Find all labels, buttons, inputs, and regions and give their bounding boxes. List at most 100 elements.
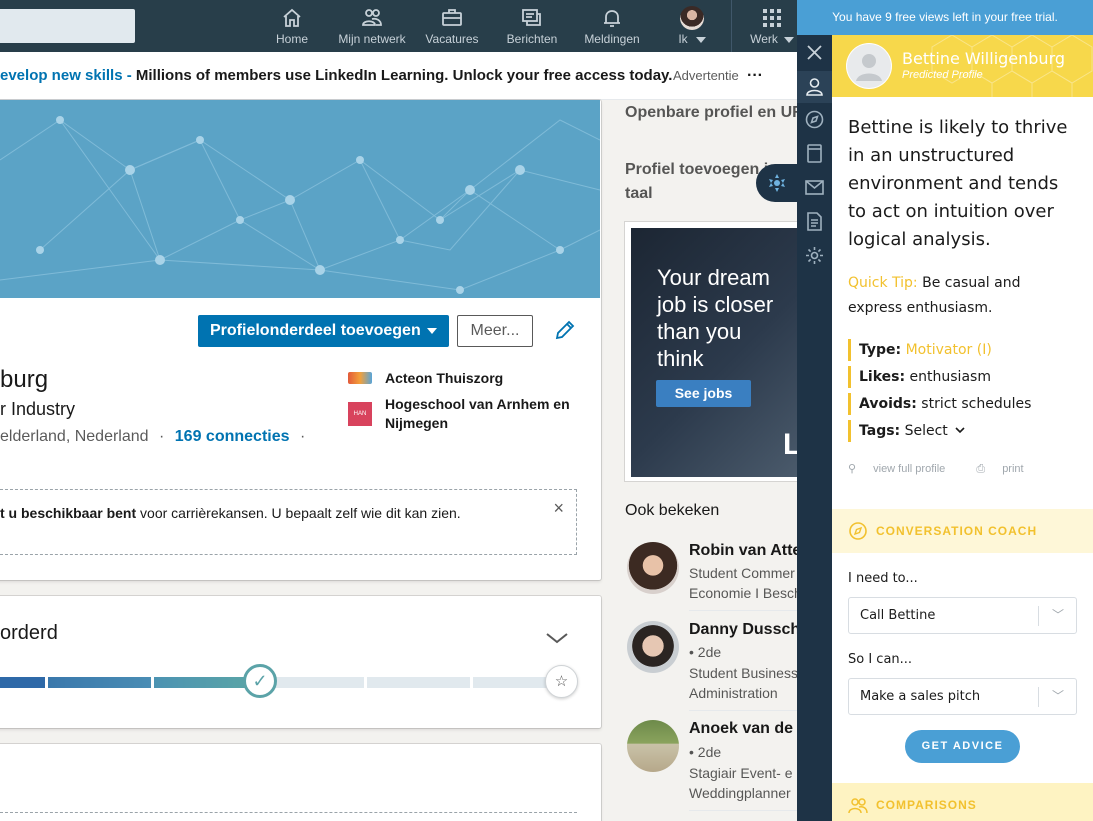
connections-link[interactable]: 169 connecties [175, 428, 290, 445]
compass-icon [849, 522, 867, 540]
more-options-icon[interactable]: ··· [747, 52, 763, 99]
add-profile-language-link-2[interactable]: taal [625, 182, 653, 206]
divider [689, 810, 805, 811]
mail-icon[interactable] [804, 177, 825, 198]
get-advice-button[interactable]: GET ADVICE [905, 730, 1020, 763]
trait-likes: Likes: enthusiasm [848, 366, 991, 388]
crystal-person-name: Bettine Willigenburg [902, 49, 1066, 68]
person-description: Stagiair Event- e [689, 765, 793, 781]
list-item[interactable]: Robin van Atte Student Commer Economie I… [625, 542, 805, 612]
nav-notifications[interactable]: Meldingen [580, 6, 644, 52]
trait-label: Tags: [859, 423, 901, 439]
avatar [627, 621, 679, 673]
so-i-can-select[interactable]: Make a sales pitch ﹀ [848, 678, 1077, 715]
ad-message[interactable]: Millions of members use LinkedIn Learnin… [136, 67, 673, 84]
divider [689, 610, 805, 611]
list-item[interactable]: Anoek van de S • 2de Stagiair Event- e W… [625, 720, 809, 811]
education-han[interactable]: Hogeschool van Arnhem en Nijmegen [385, 395, 585, 433]
add-profile-section-button[interactable]: Profielonderdeel toevoegen [198, 315, 449, 347]
nav-home[interactable]: Home [272, 6, 312, 52]
add-profile-language-link[interactable]: Profiel toevoegen in [625, 158, 778, 182]
separator-dot: · [159, 428, 165, 445]
chevron-down-icon [955, 427, 965, 434]
person-description: Economie I Besch [689, 585, 802, 601]
more-button[interactable]: Meer... [457, 315, 533, 347]
person-description: Student Commer [689, 565, 795, 581]
crystal-profile-type: Predicted Profile [902, 69, 983, 81]
view-full-profile-label: view full profile [873, 463, 946, 475]
avatar [627, 542, 679, 594]
person-name: Robin van Atte [689, 542, 802, 559]
han-logo: HAN [348, 402, 372, 426]
comparisons-header[interactable]: COMPARISONS [832, 783, 1093, 821]
close-icon[interactable]: × [553, 498, 564, 519]
compass-icon[interactable] [804, 109, 825, 130]
need-to-label: I need to... [848, 571, 918, 586]
personality-description: Bettine is likely to thrive in an unstru… [848, 117, 1068, 250]
profile-strength-card [0, 596, 601, 728]
strength-meter-segment [0, 677, 45, 688]
connection-degree: • 2de [689, 644, 722, 660]
separator-dot: · [299, 428, 306, 445]
profile-icon[interactable] [804, 76, 825, 97]
trait-avoids: Avoids: strict schedules [848, 393, 1031, 415]
trait-label: Type: [859, 342, 902, 358]
document-icon[interactable] [804, 211, 825, 232]
home-icon [272, 6, 312, 30]
nav-me[interactable]: Ik [672, 6, 712, 52]
trait-value: strict schedules [916, 396, 1032, 412]
nav-work[interactable]: Werk [744, 6, 800, 52]
person-description: Weddingplanner [689, 785, 791, 801]
trial-banner: You have 9 free views left in your free … [797, 0, 1093, 35]
list-item[interactable]: Danny Dussch • 2de Student Business Admi… [625, 621, 805, 711]
profile-headline: r Industry [0, 399, 76, 419]
person-description: Student Business [689, 665, 798, 681]
chevron-down-icon [695, 36, 706, 43]
chevron-down-icon: ﹀ [1051, 608, 1064, 622]
trait-value[interactable]: Motivator (I) [901, 342, 992, 358]
people-icon [848, 798, 868, 814]
close-icon[interactable] [804, 42, 825, 63]
profile-location: elderland, Nederland [0, 428, 149, 445]
grid-icon [744, 6, 800, 30]
trait-value: enthusiasm [905, 369, 991, 385]
nav-messages[interactable]: Berichten [503, 6, 561, 52]
strength-meter-segment [473, 677, 553, 688]
dashed-placeholder [0, 812, 577, 821]
ad-headline-line: than you [657, 319, 742, 344]
connection-degree: • 2de [689, 744, 722, 760]
search-input[interactable] [0, 9, 135, 43]
availability-text: voor carrièrekansen. U bepaalt zelf wie … [136, 505, 461, 521]
chevron-down-icon[interactable] [544, 628, 570, 648]
person-name: Anoek van de S [689, 720, 809, 737]
nav-work-label: Werk [750, 32, 778, 46]
nav-messages-label: Berichten [506, 32, 558, 46]
need-to-select[interactable]: Call Bettine ﹀ [848, 597, 1077, 634]
experience-acteon[interactable]: Acteon Thuiszorg [385, 369, 503, 388]
nav-jobs[interactable]: Vacatures [422, 6, 482, 52]
ad-image: Your dream job is closer than you think … [631, 228, 801, 477]
notebook-icon[interactable] [804, 143, 825, 164]
profile-location-line: elderland, Nederland · 169 connecties · [0, 428, 305, 446]
nav-network[interactable]: Mijn netwerk [334, 6, 410, 52]
see-jobs-button[interactable]: See jobs [656, 380, 751, 407]
person-name: Danny Dussch [689, 621, 801, 638]
gear-icon[interactable] [804, 245, 825, 266]
so-i-can-value: Make a sales pitch [860, 689, 981, 704]
ad-link[interactable]: evelop new skills - [0, 67, 132, 84]
trait-tags[interactable]: Tags: Select [848, 420, 966, 442]
ad-headline-line: think [657, 346, 704, 371]
view-full-profile-link[interactable]: ⚲ view full profile [848, 463, 959, 475]
avatar [846, 43, 892, 89]
sidebar-ad[interactable]: Your dream job is closer than you think … [625, 222, 801, 481]
edit-pencil-icon[interactable] [553, 318, 577, 342]
ad-headline: Your dream job is closer than you think [657, 264, 773, 372]
print-link[interactable]: ⎙ print [976, 463, 1037, 475]
printer-icon: ⎙ [976, 463, 989, 475]
tags-select[interactable]: Select [900, 423, 948, 439]
star-icon[interactable]: ☆ [545, 665, 578, 698]
comparisons-title: COMPARISONS [876, 798, 977, 812]
default-avatar-icon [847, 44, 891, 88]
trait-type: Type: Motivator (I) [848, 339, 992, 361]
public-profile-link[interactable]: Openbare profiel en URL [625, 101, 813, 125]
